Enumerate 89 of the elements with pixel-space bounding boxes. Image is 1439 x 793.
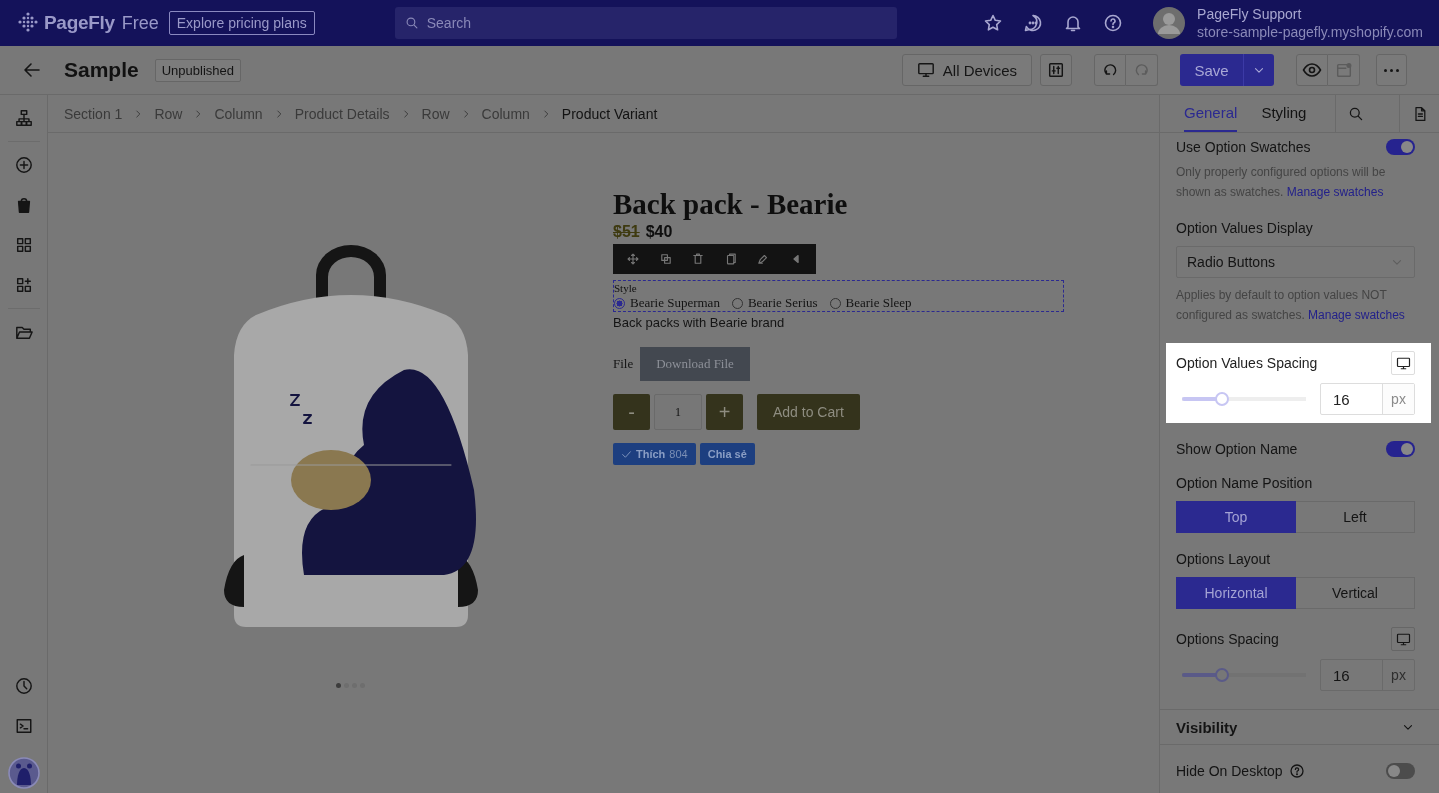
sliders-icon (1047, 61, 1065, 79)
quantity-field[interactable]: 1 (654, 394, 702, 430)
eye-icon (1302, 60, 1322, 80)
breadcrumb-link[interactable]: Product Details (294, 105, 390, 122)
setting-label: Option Values Spacing (1176, 355, 1318, 371)
old-price: $51 (613, 223, 640, 241)
preview-button[interactable] (1296, 54, 1328, 86)
plan-label: Free (121, 12, 159, 34)
breadcrumb-link[interactable]: Column (214, 105, 263, 122)
radio-button[interactable] (614, 297, 625, 309)
trash-icon[interactable] (691, 252, 706, 266)
duplicate-icon[interactable] (658, 252, 673, 266)
help-icon[interactable] (1103, 13, 1124, 33)
toggle-switch[interactable] (1386, 441, 1415, 457)
panel-tab[interactable]: Styling (1261, 95, 1307, 132)
setting-label: Options Spacing (1176, 631, 1279, 647)
monitor-icon (1395, 355, 1411, 371)
pricing-link[interactable]: Explore pricing plans (168, 11, 315, 35)
breadcrumb-link[interactable]: Row (154, 105, 183, 122)
price: $40 (645, 223, 673, 241)
save-button[interactable]: Save (1180, 54, 1243, 86)
share-button[interactable]: Chia sẻ (699, 443, 755, 465)
minus-button[interactable]: - (613, 394, 650, 430)
window-badge-icon (1334, 61, 1353, 79)
setting-label: Option Name Position (1176, 475, 1314, 491)
segment-button[interactable]: Horizontal (1176, 577, 1296, 609)
user-name: PageFly Support (1197, 5, 1303, 23)
more-button[interactable] (1376, 54, 1407, 86)
move-icon[interactable] (626, 252, 641, 266)
option-value: Bearie Superman (630, 295, 720, 311)
like-button[interactable]: Thích 804 (613, 443, 696, 465)
monitor-icon (916, 61, 935, 79)
setting-label: Use Option Swatches (1176, 139, 1311, 155)
plus-button[interactable]: + (706, 394, 743, 430)
back-arrow-icon[interactable] (22, 60, 42, 80)
breadcrumb-link[interactable]: Section 1 (64, 105, 123, 122)
carousel-dot[interactable] (336, 683, 341, 688)
brand-name: PageFly (44, 12, 115, 34)
search-bar[interactable]: Search (394, 7, 897, 39)
spacing-field[interactable]: 16 px (1320, 383, 1415, 415)
download-button[interactable]: Download File (640, 347, 750, 381)
option-value: Bearie Serius (747, 295, 818, 311)
setting-label: Show Option Name (1176, 441, 1298, 457)
grid-plus-icon[interactable] (14, 276, 33, 294)
grid-icon[interactable] (14, 236, 33, 254)
add-circle-icon[interactable] (14, 156, 33, 174)
star-icon[interactable] (983, 13, 1004, 33)
segment-button[interactable]: Vertical (1296, 577, 1415, 609)
slider-thumb[interactable] (1214, 668, 1229, 682)
device-toggle-button[interactable] (1391, 627, 1415, 651)
spacing-field[interactable]: 16 px (1320, 659, 1415, 691)
clock-icon[interactable] (14, 677, 33, 695)
panel-tab[interactable]: General (1184, 95, 1238, 132)
breadcrumb-link[interactable]: Column (481, 105, 530, 122)
sliders-button[interactable] (1040, 54, 1072, 86)
search-icon (1347, 105, 1364, 122)
setting-label: Option Values Display (1176, 220, 1314, 236)
manage-swatches-link[interactable]: Manage swatches (1308, 308, 1405, 322)
monitor-icon (1395, 631, 1411, 647)
status-badge: Unpublished (154, 58, 241, 82)
segment-button[interactable]: Top (1176, 501, 1296, 533)
toggle-switch[interactable] (1386, 139, 1415, 155)
check-icon (621, 448, 632, 460)
more-icon (1384, 68, 1399, 72)
setting-label: Options Layout (1176, 551, 1272, 567)
store-url: store-sample-pagefly.myshopify.com (1197, 23, 1423, 41)
segment-button[interactable]: Left (1296, 501, 1415, 533)
option-label: Style (614, 281, 638, 295)
file-label: File (613, 356, 634, 372)
avatar-icon[interactable] (1153, 7, 1186, 39)
dropdown[interactable]: Radio Buttons (1176, 246, 1415, 278)
sitemap-icon[interactable] (14, 109, 33, 127)
bear-avatar-icon[interactable] (7, 757, 40, 789)
search-field[interactable]: Search (424, 14, 887, 32)
terminal-icon[interactable] (14, 717, 33, 735)
page-title: Sample (64, 58, 139, 82)
manage-swatches-link[interactable]: Manage swatches (1286, 185, 1384, 199)
breadcrumb-link[interactable]: Row (421, 105, 450, 122)
breadcrumb-link[interactable]: Product Variant (561, 105, 658, 122)
setting-label: Hide On Desktop (1176, 763, 1283, 779)
section-header[interactable]: Visibility (1160, 710, 1439, 744)
device-button[interactable]: All Devices (901, 54, 1032, 86)
product-title: Back pack - Bearie (613, 188, 848, 221)
undo-button[interactable] (1094, 54, 1126, 86)
search-icon (404, 16, 419, 30)
product-description: Back packs with Bearie brand (613, 315, 785, 330)
option-value: Bearie Sleep (845, 295, 912, 311)
toggle-switch[interactable] (1386, 763, 1415, 779)
add-to-cart-button[interactable]: Add to Cart (757, 394, 860, 430)
